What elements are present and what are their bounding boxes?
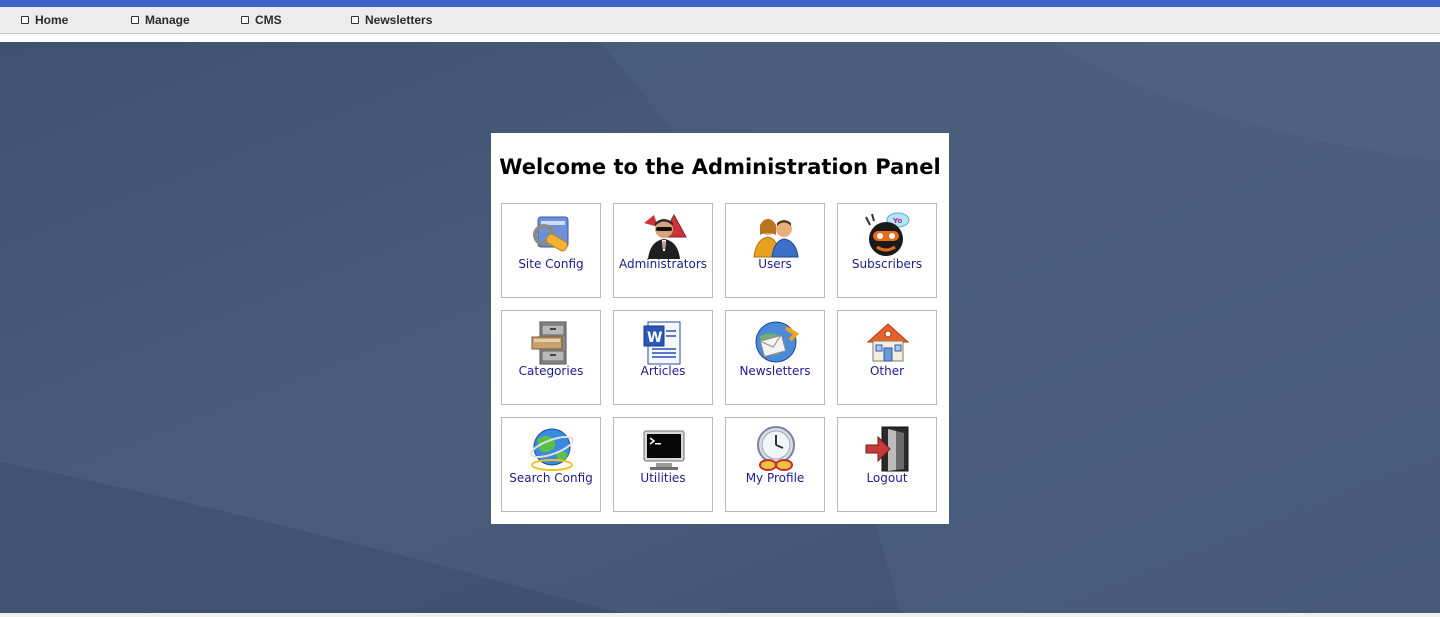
menu-bullet-icon	[351, 16, 359, 24]
tile-administrators[interactable]: Administrators	[613, 203, 713, 298]
tile-label: Other	[869, 364, 905, 378]
admin-agent-icon	[644, 213, 687, 259]
menu-item-label: Home	[35, 13, 69, 27]
globe-icon	[530, 428, 574, 471]
top-menu-bar: Home Manage CMS Newsletters	[0, 7, 1440, 34]
tile-label: Logout	[866, 471, 908, 485]
tile-label: Utilities	[640, 471, 686, 485]
admin-panel: Welcome to the Administration Panel Site…	[491, 133, 949, 524]
tile-other[interactable]: Other	[837, 310, 937, 405]
tile-search-config[interactable]: Search Config	[501, 417, 601, 512]
filing-cabinet-icon	[531, 321, 567, 365]
menu-item-newsletters[interactable]: Newsletters	[351, 7, 432, 33]
subscriber-face-icon: Yo	[865, 212, 910, 256]
tile-newsletters[interactable]: Newsletters	[725, 310, 825, 405]
menu-item-label: Manage	[145, 13, 190, 27]
tile-label: Search Config	[509, 471, 593, 485]
tile-site-config[interactable]: Site Config	[501, 203, 601, 298]
wrench-icon	[533, 216, 569, 252]
menu-item-label: Newsletters	[365, 13, 433, 27]
tile-categories[interactable]: Categories	[501, 310, 601, 405]
tile-label: Articles	[640, 364, 686, 378]
tile-logout[interactable]: Logout	[837, 417, 937, 512]
terminal-icon	[643, 430, 685, 470]
tile-label: My Profile	[745, 471, 805, 485]
menu-item-manage[interactable]: Manage	[131, 7, 190, 33]
house-icon	[866, 323, 910, 362]
tile-my-profile[interactable]: My Profile	[725, 417, 825, 512]
exit-door-icon	[865, 426, 909, 472]
svg-text:W: W	[647, 330, 662, 346]
menu-bullet-icon	[241, 16, 249, 24]
panel-title: Welcome to the Administration Panel	[499, 155, 941, 179]
menu-separator	[0, 34, 1440, 42]
tile-label: Users	[758, 257, 792, 271]
bottom-status-strip	[0, 613, 1440, 617]
tile-label: Site Config	[518, 257, 584, 271]
clock-glasses-icon	[757, 426, 795, 471]
menu-item-label: CMS	[255, 13, 282, 27]
menu-item-cms[interactable]: CMS	[241, 7, 282, 33]
mail-globe-icon	[755, 321, 800, 363]
users-icon	[753, 219, 799, 258]
tile-label: Administrators	[618, 257, 708, 271]
tile-users[interactable]: Users	[725, 203, 825, 298]
tile-articles[interactable]: W Articles	[613, 310, 713, 405]
menu-bullet-icon	[21, 16, 29, 24]
tile-utilities[interactable]: Utilities	[613, 417, 713, 512]
menu-item-home[interactable]: Home	[21, 7, 68, 33]
tile-label: Categories	[518, 364, 584, 378]
menu-bullet-icon	[131, 16, 139, 24]
tile-subscribers[interactable]: Yo Subscribers	[837, 203, 937, 298]
tile-label: Subscribers	[851, 257, 923, 271]
tile-label: Newsletters	[739, 364, 811, 378]
document-icon: W	[643, 321, 681, 365]
